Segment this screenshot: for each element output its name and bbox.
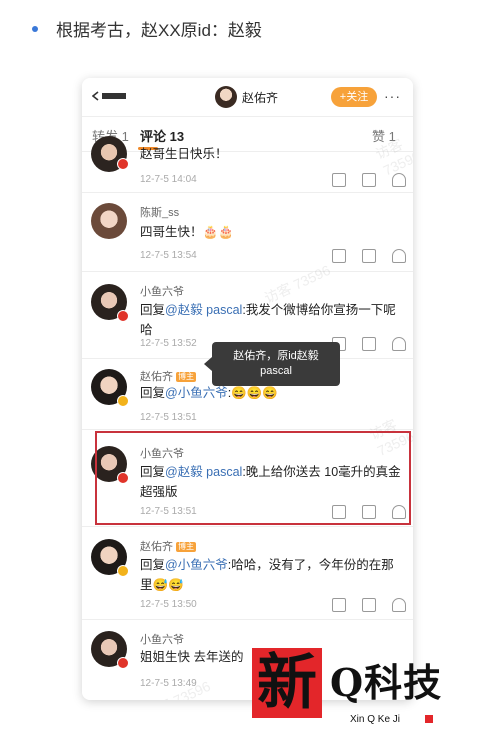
host-tag: 博主 xyxy=(176,542,196,553)
weibo-screenshot: 赵佑齐 +关注 ··· 转发 1 评论 13 赞 1 赵哥生日快乐！ 12-7-… xyxy=(82,78,413,700)
comment-time: 12-7-5 13:50 xyxy=(140,599,197,610)
caption: 根据考古，赵XX原id：赵毅 xyxy=(32,16,262,41)
logo-square-icon xyxy=(425,715,433,723)
reply-prefix: 回复 xyxy=(140,558,166,572)
verified-badge xyxy=(117,395,129,407)
avatar[interactable] xyxy=(215,86,237,108)
comment-time: 12-7-5 13:54 xyxy=(140,250,197,261)
comment-author[interactable]: 小鱼六爷 xyxy=(140,631,184,647)
verified-badge xyxy=(117,158,129,170)
logo-wordmark: Q科技 xyxy=(330,660,443,705)
tooltip-line-1: 赵佑齐，原id赵毅 xyxy=(233,350,319,362)
logo-seal: 新 xyxy=(252,648,322,718)
tab-comment[interactable]: 评论 13 xyxy=(140,126,184,145)
comment-author[interactable]: 陈斯_ss xyxy=(140,204,179,220)
comment-icon[interactable] xyxy=(362,598,376,612)
comment-icon[interactable] xyxy=(362,173,376,187)
list-item: 陈斯_ss 四哥生快！🎂🎂 12-7-5 13:54 xyxy=(82,193,413,272)
profile-name[interactable]: 赵佑齐 xyxy=(242,89,278,106)
author-name[interactable]: 赵佑齐 xyxy=(140,541,173,553)
brand-logo: 新 Q科技 Xin Q Ke Ji xyxy=(252,648,492,730)
comment-actions xyxy=(332,249,407,263)
list-item: 赵哥生日快乐！ 12-7-5 14:04 xyxy=(82,136,413,193)
bullet-dot xyxy=(32,25,38,32)
follow-button[interactable]: +关注 xyxy=(331,87,377,107)
topbar: 赵佑齐 +关注 ··· xyxy=(82,78,413,117)
comment-actions xyxy=(332,173,407,187)
annotation-tooltip: 赵佑齐，原id赵毅 pascal xyxy=(204,342,340,386)
comment-time: 12-7-5 13:52 xyxy=(140,338,197,349)
comment-text: 四哥生快！🎂🎂 xyxy=(140,225,234,239)
share-icon[interactable] xyxy=(332,598,346,612)
comment-text: 回复@小鱼六爷:😄😄😄 xyxy=(140,383,402,403)
mention-link[interactable]: @小鱼六爷 xyxy=(165,558,228,572)
author-name[interactable]: 赵佑齐 xyxy=(140,371,173,383)
comment-text: 回复@小鱼六爷:哈哈，没有了，今年份的在那里😅😅 xyxy=(140,555,402,595)
comment-actions xyxy=(332,598,407,612)
share-icon[interactable] xyxy=(332,249,346,263)
verified-badge xyxy=(117,565,129,577)
more-icon[interactable]: ··· xyxy=(384,88,401,104)
comment-author[interactable]: 小鱼六爷 xyxy=(140,283,184,299)
comment-time: 12-7-5 14:04 xyxy=(140,174,197,185)
list-item: 赵佑齐 博主 回复@小鱼六爷:哈哈，没有了，今年份的在那里😅😅 12-7-5 13… xyxy=(82,527,413,620)
comment-author[interactable]: 赵佑齐 博主 xyxy=(140,368,196,384)
verified-badge xyxy=(117,657,129,669)
host-tag: 博主 xyxy=(176,372,196,383)
comment-text: 赵哥生日快乐！ xyxy=(140,147,228,161)
reply-body: :😄😄😄 xyxy=(227,386,278,400)
like-icon[interactable] xyxy=(392,598,406,612)
back-arrow-icon[interactable] xyxy=(92,90,128,102)
avatar[interactable] xyxy=(91,203,127,239)
tooltip-line-2: pascal xyxy=(260,365,292,377)
comment-author[interactable]: 赵佑齐 博主 xyxy=(140,538,196,554)
comment-icon[interactable] xyxy=(362,249,376,263)
like-icon[interactable] xyxy=(392,337,406,351)
comment-actions xyxy=(332,337,407,351)
comment-icon[interactable] xyxy=(362,337,376,351)
share-icon[interactable] xyxy=(332,173,346,187)
highlight-box xyxy=(95,431,411,525)
reply-prefix: 回复 xyxy=(140,303,166,317)
mention-link[interactable]: @小鱼六爷 xyxy=(165,386,228,400)
comment-time: 12-7-5 13:51 xyxy=(140,412,197,423)
mention-link[interactable]: @赵毅 pascal xyxy=(165,303,242,317)
logo-subtitle: Xin Q Ke Ji xyxy=(350,714,401,725)
verified-badge xyxy=(117,310,129,322)
reply-prefix: 回复 xyxy=(140,386,166,400)
like-icon[interactable] xyxy=(392,249,406,263)
caption-text: 根据考古，赵XX原id：赵毅 xyxy=(56,21,262,40)
